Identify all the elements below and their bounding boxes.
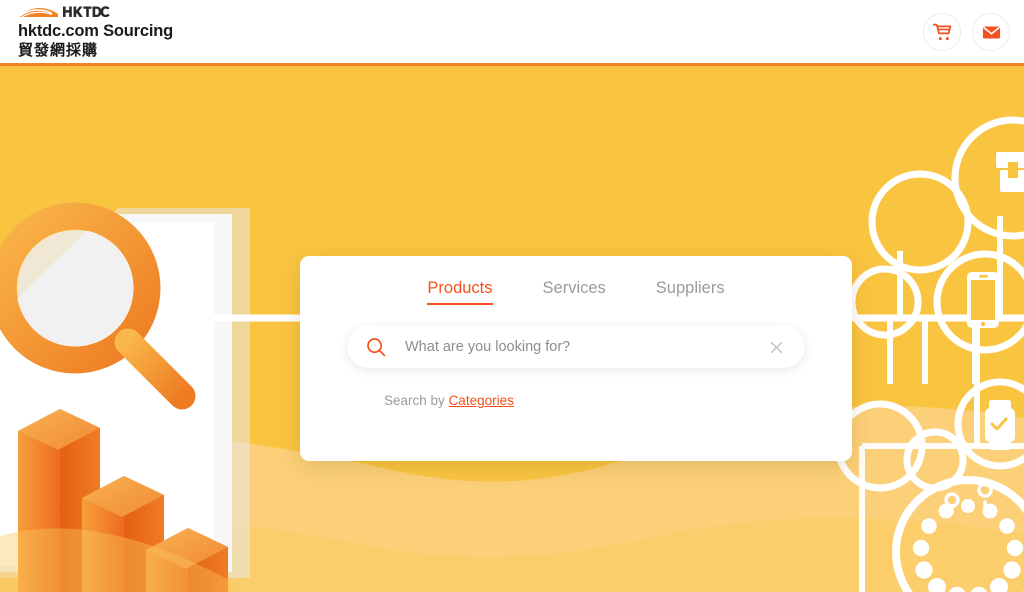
- search-input[interactable]: [405, 339, 768, 355]
- search-by-label: Search by: [384, 393, 445, 408]
- hero-banner: Products Services Suppliers What are you…: [0, 66, 1024, 592]
- tab-products[interactable]: Products: [427, 278, 493, 305]
- magnifier-icon: [367, 338, 386, 357]
- brand-subtitle: 貿發網採購: [18, 42, 99, 59]
- search-by-categories: Search by Categories: [384, 392, 514, 410]
- site-header: hktdc.com Sourcing 貿發網採購: [0, 0, 1024, 66]
- cart-button[interactable]: [923, 13, 961, 51]
- messages-button[interactable]: [972, 13, 1010, 51]
- search-box: [347, 326, 805, 368]
- search-icon[interactable]: [365, 336, 387, 358]
- shopping-cart-icon: [932, 23, 951, 40]
- envelope-icon: [982, 26, 1000, 38]
- clear-search-button[interactable]: [768, 339, 785, 356]
- brand-logo[interactable]: hktdc.com Sourcing 貿發網採購: [18, 5, 173, 60]
- hktdc-swoosh-logo-icon: [19, 6, 110, 18]
- categories-link[interactable]: Categories: [449, 393, 514, 408]
- close-x-icon: [770, 341, 783, 353]
- search-tabs: Products Services Suppliers: [300, 256, 852, 305]
- tab-services[interactable]: Services: [543, 278, 606, 305]
- tab-suppliers[interactable]: Suppliers: [656, 278, 725, 305]
- page-root: hktdc.com Sourcing 貿發網採購 Products Servic…: [0, 0, 1024, 592]
- header-actions: [923, 13, 1010, 51]
- brand-title: hktdc.com Sourcing: [18, 22, 174, 40]
- search-card: Products Services Suppliers What are you…: [300, 256, 852, 461]
